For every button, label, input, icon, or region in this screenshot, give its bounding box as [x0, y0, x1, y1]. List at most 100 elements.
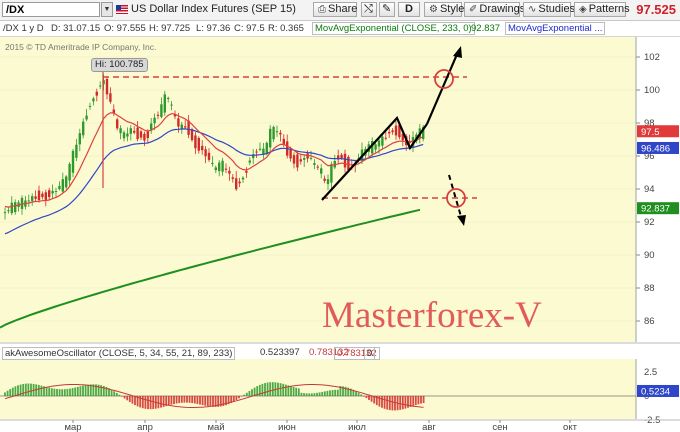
- oscillator-bar: [183, 396, 186, 403]
- candle-body: [34, 196, 37, 199]
- oscillator-bar: [357, 392, 360, 396]
- oscillator-bar: [11, 387, 14, 396]
- oscillator-value-1: 0.523397: [260, 347, 300, 358]
- price-tick-label: 86: [644, 316, 655, 327]
- oscillator-bar: [303, 393, 305, 396]
- price-tag-label: 96.486: [641, 143, 670, 154]
- candle-body: [313, 163, 316, 165]
- candle-body: [51, 190, 54, 194]
- price-tag-label: 92.837: [641, 204, 670, 215]
- candle-body: [78, 133, 81, 145]
- oscillator-bar: [22, 383, 25, 396]
- candle-body: [394, 125, 398, 136]
- oscillator-bar: [191, 396, 194, 404]
- candle-body: [153, 117, 156, 124]
- candle-body: [116, 119, 119, 129]
- oscillator-bar: [284, 384, 287, 396]
- oscillator-bar: [365, 396, 368, 399]
- candle-body: [139, 131, 143, 138]
- candle-body: [41, 193, 44, 198]
- month-label: сен: [492, 422, 507, 432]
- candle-body: [92, 98, 95, 102]
- oscillator-bar: [362, 396, 365, 397]
- oscillator-bar: [243, 394, 246, 396]
- candle-body: [126, 133, 129, 137]
- oscillator-bar: [206, 396, 209, 407]
- candle-body: [58, 185, 61, 190]
- candle-body: [61, 179, 64, 192]
- candle-body: [374, 144, 377, 150]
- candle-body: [323, 178, 326, 181]
- month-label: апр: [137, 422, 153, 432]
- month-label: авг: [422, 422, 436, 432]
- oscillator-bar: [318, 392, 321, 396]
- month-label: окт: [563, 422, 578, 432]
- oscillator-bar: [316, 392, 318, 396]
- oscillator-price-tag-label: 0.5234: [641, 386, 670, 397]
- oscillator-bar: [282, 383, 285, 396]
- candle-body: [156, 114, 160, 116]
- oscillator-bar: [240, 396, 243, 397]
- oscillator-bar: [323, 391, 326, 396]
- candle-body: [218, 162, 221, 172]
- candle-body: [85, 115, 88, 120]
- candle-body: [88, 105, 92, 107]
- candle-body: [82, 121, 85, 136]
- oscillator-bar: [245, 392, 248, 396]
- candle-body: [204, 149, 207, 157]
- candle-body: [289, 148, 292, 159]
- candle-body: [248, 160, 251, 163]
- oscillator-bar: [386, 396, 389, 410]
- candle-body: [10, 202, 13, 214]
- candle-body: [75, 144, 78, 158]
- oscillator-bar: [313, 393, 316, 396]
- price-tick-label: 90: [644, 250, 655, 261]
- oscillator-bar: [45, 386, 48, 396]
- oscillator-bar: [235, 396, 238, 401]
- candle-body: [180, 124, 183, 129]
- candle-body: [228, 170, 231, 174]
- oscillator-bar: [69, 388, 71, 396]
- oscillator-bar: [14, 386, 17, 396]
- oscillator-bar: [71, 388, 74, 396]
- oscillator-bar: [170, 396, 173, 405]
- oscillator-bar: [141, 396, 144, 409]
- candle-body: [71, 150, 75, 173]
- oscillator-bar: [336, 389, 339, 396]
- candle-body: [7, 210, 10, 212]
- oscillator-bar: [290, 386, 292, 396]
- candle-body: [330, 164, 333, 183]
- oscillator-bar: [160, 396, 162, 408]
- candle-body: [109, 93, 112, 102]
- oscillator-bar: [271, 382, 274, 396]
- candle-body: [167, 97, 170, 99]
- oscillator-bar: [147, 396, 149, 410]
- oscillator-bar: [321, 391, 324, 396]
- oscillator-bar: [388, 396, 391, 411]
- oscillator-bar: [167, 396, 170, 406]
- candle-body: [238, 181, 241, 184]
- oscillator-bar: [209, 396, 212, 407]
- oscillator-bar: [204, 396, 207, 406]
- oscillator-bar: [74, 387, 77, 396]
- oscillator-bar: [414, 396, 417, 406]
- oscillator-bar: [128, 396, 131, 403]
- oscillator-bar: [188, 396, 191, 403]
- oscillator-bar: [238, 396, 240, 399]
- candle-body: [201, 145, 204, 151]
- candle-body: [68, 163, 71, 181]
- high-value-label: Hi: 100.785: [91, 58, 148, 72]
- candle-body: [292, 155, 296, 164]
- oscillator-study-label[interactable]: akAwesomeOscillator (CLOSE, 5, 34, 55, 2…: [2, 347, 236, 360]
- candle-body: [27, 200, 30, 202]
- month-label: май: [207, 422, 224, 432]
- candle-body: [37, 190, 41, 201]
- candle-body: [279, 132, 282, 135]
- candle-body: [303, 158, 306, 160]
- oscillator-bar: [113, 391, 116, 396]
- oscillator-bar: [248, 390, 251, 396]
- candle-body: [211, 162, 214, 165]
- candle-body: [316, 166, 319, 168]
- oscillator-bar: [53, 388, 56, 396]
- oscillator-bar: [334, 389, 337, 396]
